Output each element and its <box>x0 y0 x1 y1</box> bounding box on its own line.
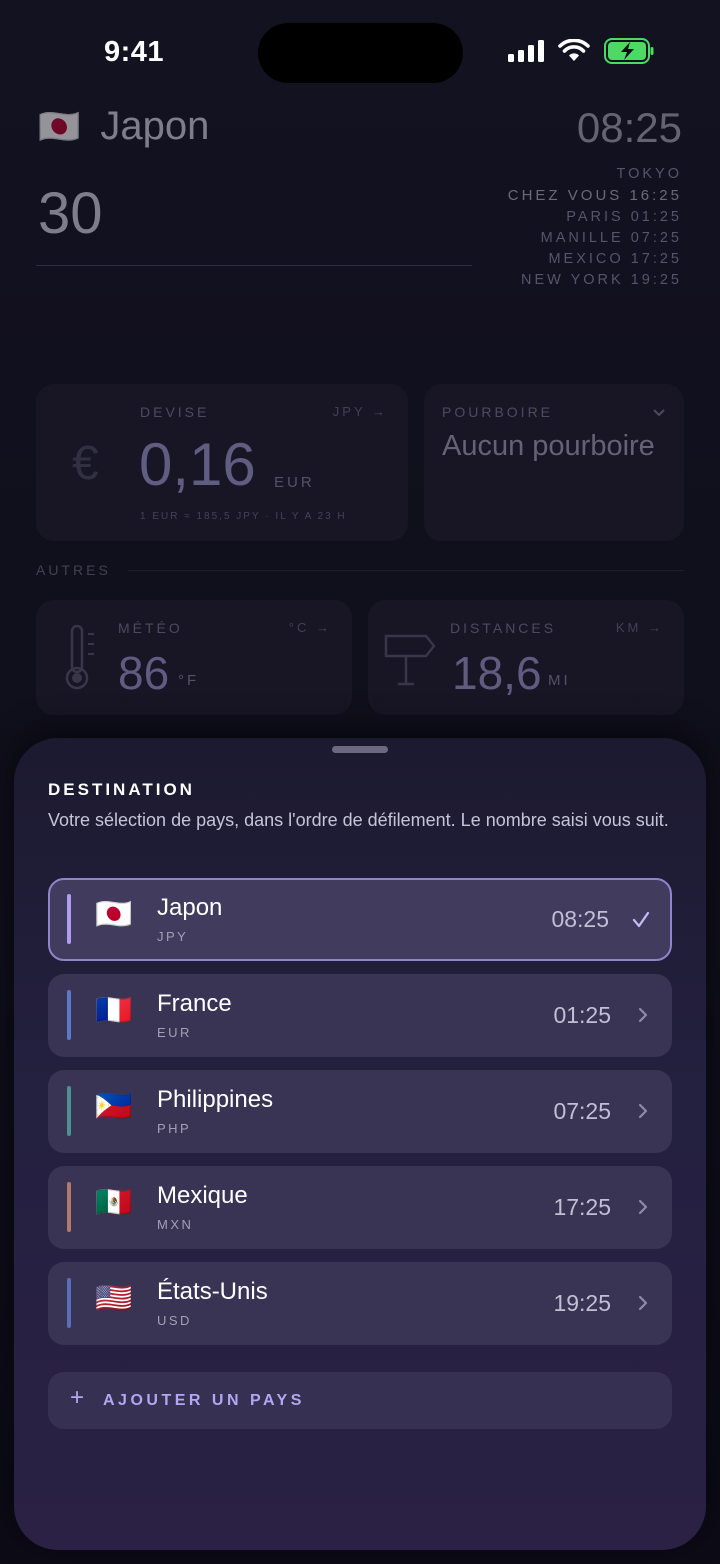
plus-icon: + <box>70 1384 85 1411</box>
country-color-bar <box>67 1278 71 1328</box>
currency-card-unit: JPY → <box>332 404 388 419</box>
add-country-label: AJOUTER UN PAYS <box>103 1392 305 1409</box>
chevron-right-icon <box>638 1103 648 1119</box>
sheet-title: DESTINATION <box>48 780 195 799</box>
battery-charging-icon <box>604 38 654 64</box>
country-name: Mexique <box>157 1182 248 1209</box>
signpost-icon <box>384 634 436 686</box>
country-row[interactable]: 🇺🇸 États-Unis USD 19:25 <box>48 1262 672 1345</box>
distance-value-unit: MI <box>548 672 571 689</box>
status-icons <box>508 38 654 64</box>
country-color-bar <box>67 1086 71 1136</box>
currency-code: PHP <box>157 1121 192 1136</box>
timezone-list: TOKYO CHEZ VOUS 16:25 PARIS 01:25 MANILL… <box>508 164 682 292</box>
chevron-down-icon <box>653 409 665 417</box>
country-row[interactable]: 🇫🇷 France EUR 01:25 <box>48 974 672 1057</box>
wifi-icon <box>558 39 590 61</box>
distance-card-label: DISTANCES <box>450 620 557 636</box>
flag-icon: 🇯🇵 <box>95 898 133 931</box>
checkmark-icon <box>632 911 650 928</box>
status-time: 9:41 <box>104 36 165 68</box>
currency-value-unit: EUR <box>274 474 315 491</box>
distance-card-unit: KM → <box>615 620 664 635</box>
tip-value: Aucun pourboire <box>442 430 655 462</box>
country-name: Philippines <box>157 1086 274 1113</box>
sheet-description: Votre sélection de pays, dans l'ordre de… <box>48 810 669 830</box>
timezone-row: MEXICO 17:25 <box>548 251 682 268</box>
country-time: 17:25 <box>553 1194 611 1220</box>
currency-code: MXN <box>157 1217 194 1232</box>
country-color-bar <box>67 1182 71 1232</box>
currency-code: EUR <box>157 1025 192 1040</box>
country-name: États-Unis <box>157 1278 268 1305</box>
section-divider <box>128 570 684 571</box>
tip-card-label: POURBOIRE <box>442 404 554 420</box>
distance-card[interactable]: DISTANCES KM → 18,6 MI <box>368 600 684 715</box>
currency-code: JPY <box>157 929 189 944</box>
currency-card[interactable]: DEVISE JPY → € 0,16 EUR 1 EUR ≈ 185,5 JP… <box>36 384 408 541</box>
country-header[interactable]: 🇯🇵 Japon <box>38 104 209 149</box>
flag-icon: 🇵🇭 <box>95 1090 133 1123</box>
country-row[interactable]: 🇯🇵 Japon JPY 08:25 <box>48 878 672 961</box>
flag-icon: 🇯🇵 <box>38 107 81 146</box>
sheet-grabber[interactable] <box>332 746 388 753</box>
weather-value-unit: °F <box>178 672 200 689</box>
cellular-signal-icon <box>508 40 544 62</box>
weather-card-unit: °C → <box>288 620 332 635</box>
flag-icon: 🇫🇷 <box>95 994 133 1027</box>
section-label-others: AUTRES <box>36 562 111 578</box>
weather-card[interactable]: MÉTÉO °C → 86 °F <box>36 600 352 715</box>
country-row[interactable]: 🇵🇭 Philippines PHP 07:25 <box>48 1070 672 1153</box>
status-bar: 9:41 <box>0 0 720 100</box>
local-clock: 08:25 <box>576 104 682 151</box>
weather-value: 86 <box>118 647 170 699</box>
country-time: 19:25 <box>553 1290 611 1316</box>
country-name: Japon <box>100 104 210 148</box>
country-time: 08:25 <box>551 906 609 932</box>
amount-input[interactable]: 30 <box>38 180 103 247</box>
tip-card[interactable]: POURBOIRE Aucun pourboire <box>424 384 684 541</box>
flag-icon: 🇲🇽 <box>95 1186 133 1219</box>
country-color-bar <box>67 990 71 1040</box>
chevron-right-icon <box>638 1199 648 1215</box>
dynamic-island <box>258 23 463 83</box>
weather-card-label: MÉTÉO <box>118 620 183 636</box>
currency-card-label: DEVISE <box>140 404 210 420</box>
country-name: Japon <box>157 894 223 921</box>
add-country-button[interactable]: + AJOUTER UN PAYS <box>48 1372 672 1429</box>
country-row[interactable]: 🇲🇽 Mexique MXN 17:25 <box>48 1166 672 1249</box>
euro-icon: € <box>72 437 99 490</box>
country-name: France <box>157 990 232 1017</box>
amount-underline <box>36 265 472 266</box>
chevron-right-icon <box>638 1007 648 1023</box>
destination-sheet: DESTINATION Votre sélection de pays, dan… <box>14 738 706 1550</box>
country-time: 07:25 <box>553 1098 611 1124</box>
country-time: 01:25 <box>553 1002 611 1028</box>
distance-value: 18,6 <box>452 647 542 699</box>
timezone-row: PARIS 01:25 <box>566 208 682 225</box>
exchange-rate-note: 1 EUR ≈ 185,5 JPY · IL Y A 23 H <box>140 511 347 522</box>
timezone-row: CHEZ VOUS 16:25 <box>507 187 682 205</box>
currency-code: USD <box>157 1313 192 1328</box>
thermometer-icon <box>65 624 94 690</box>
timezone-row: MANILLE 07:25 <box>540 229 682 246</box>
flag-icon: 🇺🇸 <box>95 1282 133 1315</box>
currency-value: 0,16 <box>139 431 256 498</box>
timezone-row: NEW YORK 19:25 <box>520 272 682 289</box>
country-color-bar <box>67 894 71 944</box>
timezone-row: TOKYO <box>616 166 682 182</box>
chevron-right-icon <box>638 1295 648 1311</box>
